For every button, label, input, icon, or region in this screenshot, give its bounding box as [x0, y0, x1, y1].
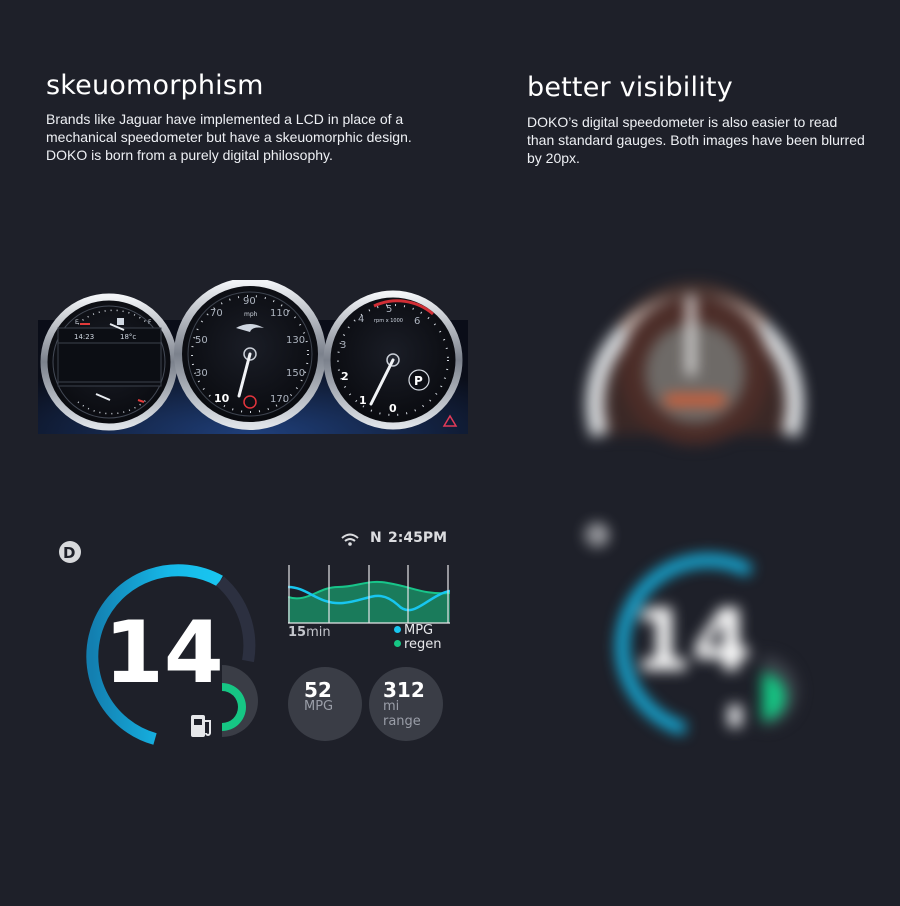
cluster-clock: 14:23 — [74, 333, 94, 341]
fuel-pump-icon — [117, 318, 124, 325]
tacho-tick-2: 2 — [341, 370, 349, 383]
tacho-tick-5: 5 — [386, 304, 392, 315]
fuel-pump-icon — [191, 715, 211, 737]
chart-window: 15min — [288, 625, 331, 640]
chart-window-unit: min — [306, 625, 331, 640]
speedometer-gauge: mph 10 30 50 70 90 110 130 150 170 — [174, 280, 326, 430]
mpg-unit: MPG — [304, 699, 334, 714]
speedo-tick-10: 10 — [214, 392, 230, 405]
blurred-speedometer — [586, 283, 804, 445]
speed-readout: 14 — [104, 603, 224, 703]
speedo-tick-90: 90 — [243, 296, 256, 307]
gear-indicator: P — [414, 374, 423, 388]
status-bar: N 2:45PM — [340, 530, 447, 548]
tacho-tick-0: 0 — [389, 402, 397, 415]
wifi-icon — [341, 533, 359, 546]
speedometer-unit: mph — [244, 311, 258, 318]
blurred-doko-dashboard: D 14 — [586, 524, 798, 735]
speedo-tick-110: 110 — [270, 308, 289, 319]
speedo-tick-50: 50 — [195, 335, 208, 346]
efficiency-chart — [288, 565, 450, 624]
legend-item-regen: regen — [394, 638, 442, 652]
heading-indicator: N — [370, 530, 382, 546]
fuel-temp-gauge: 14:23 18°c E F — [40, 293, 178, 431]
speedo-tick-170: 170 — [270, 394, 289, 405]
chart-window-value: 15 — [288, 625, 307, 640]
blurred-speed-readout: 14 — [632, 591, 752, 691]
skeuomorphism-heading: skeuomorphism — [46, 70, 264, 101]
tacho-tick-6: 6 — [414, 316, 420, 327]
tacho-tick-1: 1 — [359, 394, 367, 407]
cluster-temperature: 18°c — [120, 333, 136, 341]
chart-legend: MPG regen — [394, 624, 442, 652]
tachometer-gauge: rpm x 1000 0 1 2 3 4 5 6 P — [323, 290, 463, 430]
tacho-tick-3: 3 — [340, 340, 346, 351]
visibility-heading: better visibility — [527, 72, 733, 103]
drive-mode-letter: D — [63, 544, 75, 562]
visibility-description: DOKO’s digital speedometer is also easie… — [527, 114, 865, 166]
mpg-stat: 52 MPG — [288, 667, 362, 741]
range-stat: 312 mi range — [369, 667, 443, 741]
legend-item-mpg: MPG — [394, 624, 442, 638]
fuel-empty-label: E — [75, 319, 79, 326]
tachometer-unit: rpm x 1000 — [374, 318, 403, 324]
skeuomorphism-description: Brands like Jaguar have implemented a LC… — [46, 111, 412, 163]
speedo-tick-70: 70 — [210, 308, 223, 319]
speedo-tick-150: 150 — [286, 368, 305, 379]
clock: 2:45PM — [388, 530, 448, 546]
speedo-tick-30: 30 — [195, 368, 208, 379]
tacho-tick-4: 4 — [358, 314, 364, 325]
range-unit: mi range — [383, 699, 421, 729]
blurred-drive-mode: D — [590, 527, 602, 545]
jaguar-instrument-cluster: 14:23 18°c E F mph 10 30 50 70 90 110 13… — [38, 280, 468, 434]
speedo-tick-130: 130 — [286, 335, 305, 346]
fuel-full-label: F — [148, 319, 152, 326]
